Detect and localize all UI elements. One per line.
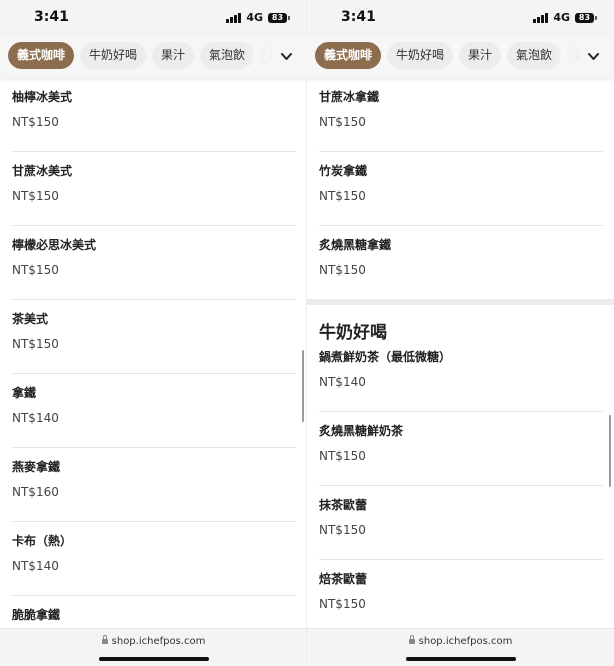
item-price: NT$150 [319,263,366,277]
item-price: NT$140 [319,375,366,389]
item-name: 甘蔗冰拿鐵 [319,90,380,104]
item-price: NT$150 [12,263,59,277]
item-name: 炙燒黑糖鮮奶茶 [319,424,404,438]
item-name: 燕麥拿鐵 [12,460,61,474]
item-name: 甘蔗冰美式 [12,164,73,178]
cellular-signal-icon [226,12,242,23]
item-price: NT$150 [319,449,366,463]
category-tab-bar: 義式咖啡 牛奶好喝 果汁 氣泡飲 無咖 [307,36,614,78]
network-type: 4G [246,11,263,24]
url-text: shop.ichefpos.com [111,636,206,647]
item-price: NT$150 [12,115,59,129]
item-price: NT$160 [12,485,59,499]
menu-item[interactable]: 檸檬必思冰美式 NT$150 [12,226,296,300]
item-name: 焙茶歐蕾 [319,572,368,586]
url-text: shop.ichefpos.com [418,636,513,647]
tab-milk[interactable]: 牛奶好喝 [80,42,147,69]
item-name: 炙燒黑糖拿鐵 [319,238,392,252]
battery-icon: 83 [268,12,290,23]
tab-fade [552,36,614,78]
menu-item[interactable]: 脆脆拿鐵 [12,596,296,628]
menu-item[interactable]: 拿鐵 NT$140 [12,374,296,448]
item-price: NT$150 [12,337,59,351]
url-display: shop.ichefpos.com [0,634,307,647]
item-price: NT$150 [319,115,366,129]
item-name: 茶美式 [12,312,49,326]
item-name: 檸檬必思冰美式 [12,238,97,252]
lock-icon [408,634,415,644]
right-phone-screen: 3:41 4G 83 義式咖啡 牛奶好喝 果汁 氣泡飲 無咖 甘蔗冰拿鐵 NT$… [307,0,614,666]
tab-milk[interactable]: 牛奶好喝 [387,42,454,69]
menu-item[interactable]: 鍋煮鮮奶茶（最低微糖） NT$140 [319,338,603,412]
menu-list: 柚檸冰美式 NT$150 甘蔗冰美式 NT$150 檸檬必思冰美式 NT$150… [0,78,307,628]
status-time: 3:41 [34,9,69,25]
chevron-down-icon[interactable] [586,49,601,64]
menu-item[interactable]: 卡布（熱） NT$140 [12,522,296,596]
status-bar: 3:41 4G 83 [0,0,307,36]
item-name: 拿鐵 [12,386,37,400]
item-name: 鍋煮鮮奶茶（最低微糖） [319,350,452,364]
section-divider [307,299,614,305]
cellular-signal-icon [533,12,549,23]
item-name: 脆脆拿鐵 [12,608,61,622]
item-price: NT$150 [12,189,59,203]
url-display: shop.ichefpos.com [307,634,614,647]
item-price: NT$140 [12,559,59,573]
network-type: 4G [553,11,570,24]
tab-espresso[interactable]: 義式咖啡 [8,42,75,69]
scrollbar[interactable] [302,350,304,422]
menu-item[interactable]: 甘蔗冰拿鐵 NT$150 [319,78,603,152]
status-bar: 3:41 4G 83 [307,0,614,36]
browser-url-bar[interactable]: shop.ichefpos.com [0,628,307,666]
menu-item[interactable]: 燕麥拿鐵 NT$160 [12,448,296,522]
item-name: 卡布（熱） [12,534,73,548]
menu-item[interactable]: 茶美式 NT$150 [12,300,296,374]
item-price: NT$140 [12,411,59,425]
menu-item[interactable]: 柚檸冰美式 NT$150 [12,78,296,152]
status-icons: 4G 83 [533,11,597,24]
tab-juice[interactable]: 果汁 [459,42,502,69]
tab-fade [245,36,307,78]
home-indicator[interactable] [99,657,209,661]
left-phone-screen: 3:41 4G 83 義式咖啡 牛奶好喝 果汁 氣泡飲 無咖 柚檸冰美式 NT$… [0,0,307,666]
tab-espresso[interactable]: 義式咖啡 [315,42,382,69]
menu-item[interactable]: 竹炭拿鐵 NT$150 [319,152,603,226]
item-price: NT$150 [319,523,366,537]
menu-item[interactable]: 抹茶歐蕾 NT$150 [319,486,603,560]
item-name: 竹炭拿鐵 [319,164,368,178]
chevron-down-icon[interactable] [279,49,294,64]
tab-juice[interactable]: 果汁 [152,42,195,69]
menu-item[interactable]: 炙燒黑糖鮮奶茶 NT$150 [319,412,603,486]
browser-url-bar[interactable]: shop.ichefpos.com [307,628,614,666]
item-name: 抹茶歐蕾 [319,498,368,512]
menu-list: 甘蔗冰拿鐵 NT$150 竹炭拿鐵 NT$150 炙燒黑糖拿鐵 NT$150 牛… [307,78,614,628]
status-time: 3:41 [341,9,376,25]
status-icons: 4G 83 [226,11,290,24]
item-price: NT$150 [319,189,366,203]
menu-item[interactable]: 炙燒黑糖拿鐵 NT$150 [319,226,603,300]
item-price: NT$150 [319,597,366,611]
menu-item[interactable]: 甘蔗冰美式 NT$150 [12,152,296,226]
lock-icon [101,634,108,644]
scrollbar[interactable] [609,415,611,487]
battery-icon: 83 [575,12,597,23]
home-indicator[interactable] [406,657,516,661]
category-tab-bar: 義式咖啡 牛奶好喝 果汁 氣泡飲 無咖 [0,36,307,78]
menu-item[interactable]: 焙茶歐蕾 NT$150 [319,560,603,628]
item-name: 柚檸冰美式 [12,90,73,104]
